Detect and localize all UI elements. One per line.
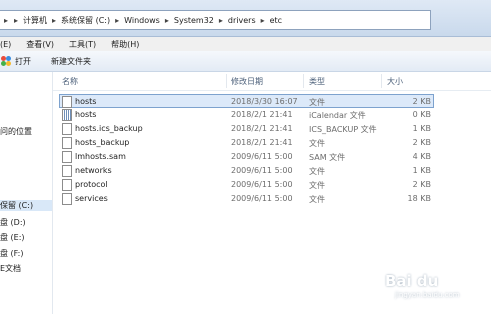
breadcrumb[interactable]: ▸ ▸ 计算机 ▸ 系统保留 (C:) ▸ Windows ▸ System32… <box>0 10 431 30</box>
file-row[interactable]: hosts_backup 2018/2/1 21:41 文件 2 KB <box>60 136 433 149</box>
file-date: 2018/2/1 21:41 <box>231 124 293 133</box>
sidebar-item-recent-places[interactable]: 问的位置 <box>0 126 32 137</box>
menu-edit[interactable]: (E) <box>0 40 11 49</box>
file-date: 2009/6/11 5:00 <box>231 152 293 161</box>
file-row[interactable]: networks 2009/6/11 5:00 文件 1 KB <box>60 164 433 177</box>
open-button[interactable]: 打开 <box>0 55 31 67</box>
sidebar-item-drive-f[interactable]: 盘 (F:) <box>0 248 23 259</box>
chevron-right-icon[interactable]: ▸ <box>261 16 265 25</box>
file-name: hosts.ics_backup <box>75 124 143 133</box>
watermark-logo: Bai du <box>385 272 439 290</box>
file-size: 4 KB <box>412 152 431 161</box>
file-row[interactable]: services 2009/6/11 5:00 文件 18 KB <box>60 192 433 205</box>
file-type: 文件 <box>309 167 325 176</box>
breadcrumb-windows[interactable]: Windows <box>124 16 160 25</box>
column-header: 名称 修改日期 类型 大小 <box>53 72 491 91</box>
file-size: 0 KB <box>412 110 431 119</box>
file-row[interactable]: lmhosts.sam 2009/6/11 5:00 SAM 文件 4 KB <box>60 150 433 163</box>
file-date: 2009/6/11 5:00 <box>231 166 293 175</box>
file-type: ICS_BACKUP 文件 <box>309 125 377 134</box>
column-type[interactable]: 类型 <box>309 76 325 87</box>
file-row[interactable]: hosts 2018/2/1 21:41 iCalendar 文件 0 KB <box>60 108 433 121</box>
breadcrumb-etc[interactable]: etc <box>270 16 282 25</box>
breadcrumb-system32[interactable]: System32 <box>174 16 214 25</box>
file-date: 2009/6/11 5:00 <box>231 194 293 203</box>
file-icon <box>62 193 72 205</box>
chevron-right-icon[interactable]: ▸ <box>14 16 18 25</box>
file-size: 18 KB <box>407 194 431 203</box>
file-icon <box>62 96 72 108</box>
breadcrumb-computer[interactable]: 计算机 <box>23 15 47 26</box>
sidebar-item-drive-d[interactable]: 盘 (D:) <box>0 217 26 228</box>
sidebar-item-drive-e[interactable]: 盘 (E:) <box>0 232 25 243</box>
chevron-right-icon[interactable]: ▸ <box>219 16 223 25</box>
column-divider[interactable] <box>303 74 304 88</box>
column-size[interactable]: 大小 <box>387 76 403 87</box>
chevron-right-icon[interactable]: ▸ <box>115 16 119 25</box>
breadcrumb-drive-c[interactable]: 系统保留 (C:) <box>61 15 110 26</box>
file-date: 2009/6/11 5:00 <box>231 180 293 189</box>
column-divider[interactable] <box>226 74 227 88</box>
file-icon <box>62 137 72 149</box>
file-type: 文件 <box>309 98 325 107</box>
address-bar-area: ▸ ▸ 计算机 ▸ 系统保留 (C:) ▸ Windows ▸ System32… <box>0 0 491 37</box>
menu-view[interactable]: 查看(V) <box>26 39 54 50</box>
new-folder-button[interactable]: 新建文件夹 <box>51 56 91 67</box>
file-name: hosts <box>75 110 97 119</box>
file-name: hosts_backup <box>75 138 130 147</box>
file-size: 2 KB <box>412 97 431 106</box>
file-type: 文件 <box>309 181 325 190</box>
file-size: 2 KB <box>412 180 431 189</box>
breadcrumb-drivers[interactable]: drivers <box>228 16 256 25</box>
file-date: 2018/2/1 21:41 <box>231 110 293 119</box>
file-icon <box>62 179 72 191</box>
file-icon <box>62 123 72 135</box>
navigation-pane: 问的位置 保留 (C:) 盘 (D:) 盘 (E:) 盘 (F:) E文档 <box>0 72 53 314</box>
file-name: services <box>75 194 108 203</box>
watermark-url: jingyan.baidu.com <box>395 291 460 299</box>
chevron-right-icon[interactable]: ▸ <box>52 16 56 25</box>
file-size: 1 KB <box>412 124 431 133</box>
file-date: 2018/3/30 16:07 <box>231 97 298 106</box>
file-type: SAM 文件 <box>309 153 346 162</box>
menu-bar: (E) 查看(V) 工具(T) 帮助(H) <box>0 37 491 51</box>
file-date: 2018/2/1 21:41 <box>231 138 293 147</box>
toolbar: 打开 新建文件夹 <box>0 51 491 72</box>
file-type: 文件 <box>309 195 325 204</box>
column-date[interactable]: 修改日期 <box>231 76 263 87</box>
file-type: iCalendar 文件 <box>309 111 366 120</box>
new-folder-label: 新建文件夹 <box>51 56 91 66</box>
file-size: 2 KB <box>412 138 431 147</box>
file-row[interactable]: protocol 2009/6/11 5:00 文件 2 KB <box>60 178 433 191</box>
file-icon <box>62 151 72 163</box>
column-divider[interactable] <box>381 74 382 88</box>
file-name: hosts <box>75 97 97 106</box>
menu-help[interactable]: 帮助(H) <box>111 39 139 50</box>
open-label: 打开 <box>15 56 31 66</box>
file-size: 1 KB <box>412 166 431 175</box>
file-type: 文件 <box>309 139 325 148</box>
file-name: lmhosts.sam <box>75 152 126 161</box>
calendar-file-icon <box>62 109 72 121</box>
file-row[interactable]: hosts.ics_backup 2018/2/1 21:41 ICS_BACK… <box>60 122 433 135</box>
column-name[interactable]: 名称 <box>62 76 78 87</box>
file-icon <box>62 165 72 177</box>
file-name: protocol <box>75 180 108 189</box>
sidebar-item-drive-c[interactable]: 保留 (C:) <box>0 200 52 211</box>
file-row[interactable]: hosts 2018/3/30 16:07 文件 2 KB <box>59 94 434 108</box>
chevron-right-icon[interactable]: ▸ <box>165 16 169 25</box>
open-with-icon <box>1 55 12 67</box>
menu-tools[interactable]: 工具(T) <box>69 39 96 50</box>
sidebar-item-documents[interactable]: E文档 <box>0 263 21 274</box>
file-name: networks <box>75 166 112 175</box>
chevron-right-icon[interactable]: ▸ <box>4 16 8 25</box>
